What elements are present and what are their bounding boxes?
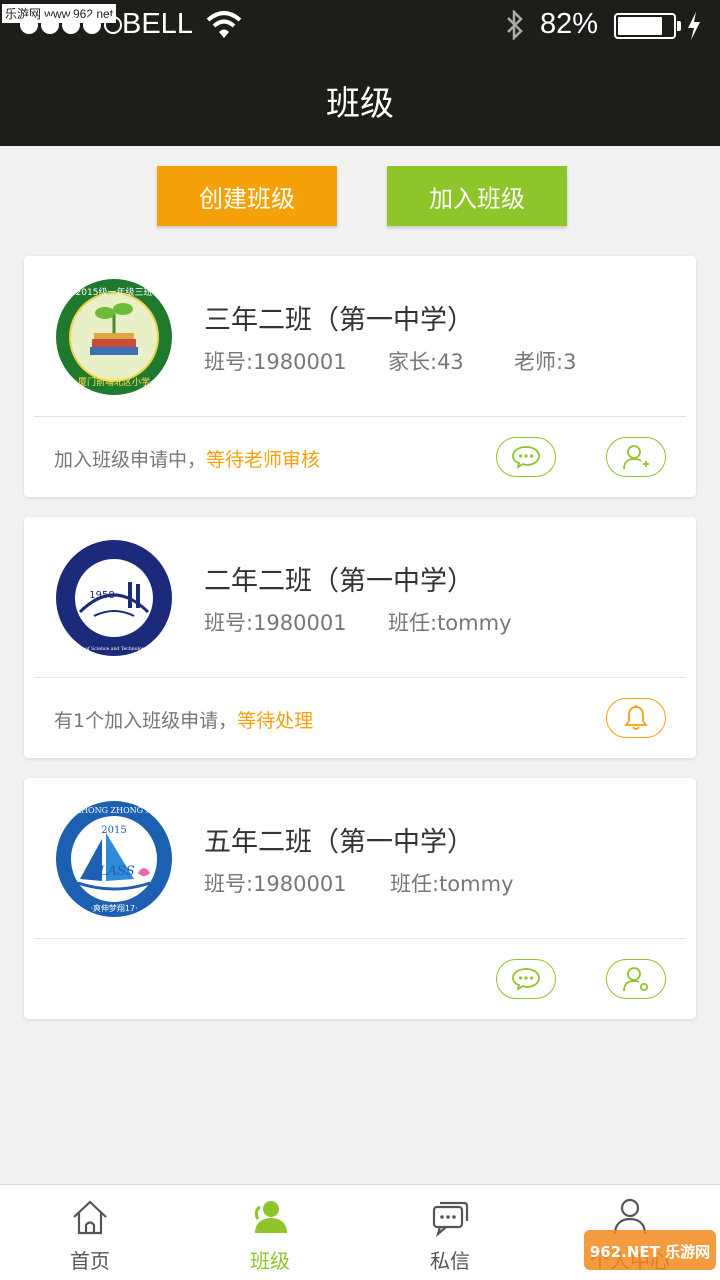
class-name: 五年二班（第一中学） — [204, 827, 474, 858]
status-highlight: 等待老师审核 — [206, 449, 321, 471]
wifi-icon — [206, 11, 242, 38]
user-search-icon — [623, 967, 649, 992]
parent-count: 家长:43 — [388, 350, 464, 374]
logo-ring-text: University of Science and Technology of … — [60, 646, 169, 652]
divider — [34, 677, 686, 678]
tab-messages[interactable]: 私信 — [360, 1185, 540, 1280]
status-highlight: 等待处理 — [237, 710, 314, 732]
header-bar: 乐游网 www.962.net BELL 82% 班级 — [0, 0, 720, 146]
home-icon — [73, 1200, 107, 1235]
add-user-icon — [623, 445, 649, 470]
bluetooth-icon — [507, 10, 523, 40]
application-status: 加入班级申请中，等待老师审核 — [54, 445, 320, 472]
class-card[interactable]: 2015级一年级三班 厦门前埔北区小学 三年二班（第一中学） 班号:198000… — [24, 256, 696, 497]
messages-icon — [432, 1201, 469, 1237]
battery-fill — [618, 17, 662, 35]
logo-ring-text: XI ZHONG ZHONG XUE — [64, 806, 164, 815]
class-logo: 1958 University of Science and Technolog… — [56, 540, 172, 656]
page-title: 班级 — [326, 84, 394, 124]
chat-button[interactable] — [496, 959, 556, 999]
class-name: 三年二班（第一中学） — [204, 305, 474, 336]
battery-percent: 82% — [540, 8, 599, 40]
status-text: 加入班级申请中， — [54, 449, 207, 471]
logo-year: 2015 — [101, 825, 126, 836]
chat-bubble-icon — [512, 446, 540, 469]
bell-icon — [624, 705, 648, 730]
class-logo: 2015级一年级三班 厦门前埔北区小学 — [56, 279, 172, 395]
chat-button[interactable] — [496, 437, 556, 477]
battery-icon — [614, 13, 676, 39]
create-class-button[interactable]: 创建班级 — [157, 166, 337, 226]
divider — [34, 938, 686, 939]
logo-top-text: 2015级一年级三班 — [76, 286, 153, 298]
tab-home[interactable]: 首页 — [0, 1185, 180, 1280]
class-card[interactable]: 2015 CLASS XI ZHONG ZHONG XUE ·爽伸梦翔17· 五… — [24, 778, 696, 1019]
logo-word: CLASS — [89, 864, 135, 879]
chat-bubble-icon — [512, 968, 540, 991]
corner-watermark: 962.NET 乐游网 — [584, 1230, 716, 1270]
add-member-button[interactable] — [606, 437, 666, 477]
logo-bottom-text: 厦门前埔北区小学 — [78, 376, 150, 388]
tab-label: 首页 — [70, 1249, 110, 1273]
tab-label: 班级 — [250, 1249, 290, 1273]
class-card[interactable]: 1958 University of Science and Technolog… — [24, 517, 696, 758]
charging-bolt-icon — [688, 12, 700, 40]
head-teacher: 班任:tommy — [390, 872, 514, 896]
class-name: 二年二班（第一中学） — [204, 566, 474, 597]
watermark-text: 962.NET 乐游网 — [590, 1243, 710, 1261]
signal-dots-icon — [20, 16, 122, 34]
logo-year: 1958 — [89, 590, 114, 601]
class-number: 班号:1980001 — [204, 611, 347, 635]
logo-bottom-text: ·爽伸梦翔17· — [90, 903, 137, 913]
teacher-count: 老师:3 — [514, 350, 577, 374]
join-class-button[interactable]: 加入班级 — [387, 166, 567, 226]
battery-tip — [677, 21, 681, 31]
carrier-name: BELL — [122, 8, 193, 40]
class-people-icon — [254, 1201, 287, 1233]
class-number: 班号:1980001 — [204, 872, 347, 896]
tab-label: 私信 — [430, 1249, 470, 1273]
manage-members-button[interactable] — [606, 959, 666, 999]
divider — [34, 416, 686, 417]
class-number: 班号:1980001 — [204, 350, 347, 374]
application-status: 有1个加入班级申请，等待处理 — [54, 706, 313, 733]
tab-class[interactable]: 班级 — [180, 1185, 360, 1280]
status-text: 有1个加入班级申请， — [54, 710, 238, 732]
class-logo: 2015 CLASS XI ZHONG ZHONG XUE ·爽伸梦翔17· — [56, 801, 172, 917]
notification-button[interactable] — [606, 698, 666, 738]
status-bar: 乐游网 www.962.net BELL 82% — [0, 0, 720, 50]
head-teacher: 班任:tommy — [388, 611, 512, 635]
